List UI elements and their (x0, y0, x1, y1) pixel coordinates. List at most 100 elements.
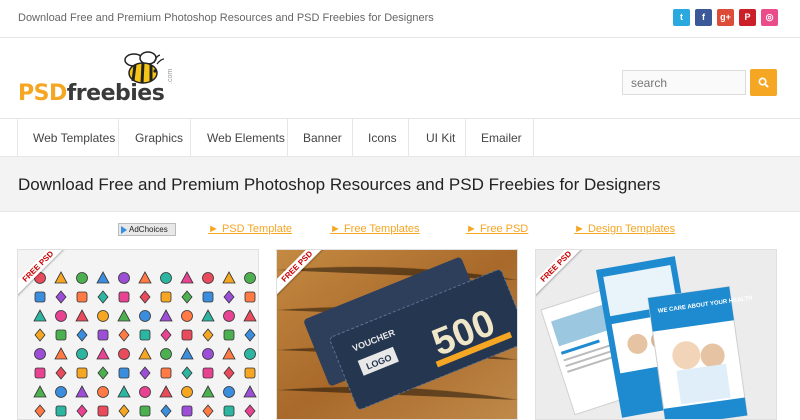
icon-glyph (34, 328, 46, 342)
icon-glyph (117, 385, 131, 398)
icon-glyph (118, 404, 130, 418)
icon-glyph (244, 348, 256, 360)
search-input[interactable] (622, 70, 746, 95)
ad-link-free-templates[interactable]: ► Free Templates (330, 223, 420, 235)
search-icon (758, 77, 769, 88)
icon-glyph (117, 309, 131, 322)
icon-glyph (138, 347, 152, 360)
icon-glyph (75, 385, 89, 398)
thumbnail-voucher[interactable]: VOUCHER LOGO 500 FREE PSD (276, 249, 518, 420)
icon-glyph (202, 348, 214, 360)
site-header: PSDfreebies .com (0, 38, 800, 118)
ad-link-free-psd[interactable]: ► Free PSD (466, 223, 528, 235)
icon-glyph (97, 386, 109, 398)
social-links: t f g+ P ◎ (673, 9, 778, 26)
icon-glyph (223, 329, 235, 341)
icon-glyph (222, 271, 236, 284)
icon-glyph (243, 309, 257, 322)
icon-glyph (181, 329, 193, 341)
icon-glyph (139, 310, 151, 322)
nav-item-ui-kit[interactable]: UI Kit (409, 119, 466, 156)
icon-glyph (97, 310, 109, 322)
icon-glyph (202, 328, 214, 342)
nav-item-icons[interactable]: Icons (353, 119, 409, 156)
icon-glyph (76, 348, 88, 360)
icon-glyph (202, 291, 214, 303)
icon-glyph (181, 405, 193, 417)
icon-glyph (181, 386, 193, 398)
icon-glyph (34, 367, 46, 379)
icon-glyph (223, 310, 235, 322)
icon-glyph (181, 366, 193, 380)
icon-glyph (55, 405, 67, 417)
nav-item-emailer[interactable]: Emailer (466, 119, 534, 156)
icon-glyph (202, 404, 214, 418)
icon-glyph (223, 290, 235, 304)
site-logo[interactable]: PSDfreebies .com (18, 50, 178, 110)
icon-glyph (55, 386, 67, 398)
nav-item-web-templates[interactable]: Web Templates (18, 119, 119, 156)
icon-glyph (159, 385, 173, 398)
nav-item-graphics[interactable]: Graphics (119, 119, 191, 156)
facebook-icon[interactable]: f (695, 9, 712, 26)
main-nav: Web Templates Graphics Web Elements Bann… (0, 118, 800, 157)
icon-glyph (118, 328, 130, 342)
nav-item-web-elements[interactable]: Web Elements (191, 119, 288, 156)
icon-glyph (202, 272, 214, 284)
icon-glyph (96, 347, 110, 360)
icon-glyph (97, 329, 109, 341)
ad-link-psd-template[interactable]: ► PSD Template (208, 223, 292, 235)
icon-glyph (160, 404, 172, 418)
icon-glyph (34, 348, 46, 360)
icon-glyph (118, 272, 130, 284)
adchoices-badge[interactable]: AdChoices (118, 223, 176, 236)
ad-link-design-templates[interactable]: ► Design Templates (574, 223, 675, 235)
icon-glyph (139, 290, 151, 304)
icon-glyph (55, 366, 67, 380)
icon-glyph (76, 367, 88, 379)
icon-glyph (160, 328, 172, 342)
ad-links-row: AdChoices ► PSD Template ► Free Template… (0, 220, 800, 240)
pinterest-icon[interactable]: P (739, 9, 756, 26)
twitter-icon[interactable]: t (673, 9, 690, 26)
icon-glyph (33, 309, 47, 322)
icon-glyph (118, 291, 130, 303)
icon-glyph (160, 348, 172, 360)
icon-glyph (34, 404, 46, 418)
icon-glyph (76, 404, 88, 418)
search-button[interactable] (750, 69, 777, 96)
icon-glyph (244, 404, 256, 418)
page-title: Download Free and Premium Photoshop Reso… (18, 175, 661, 194)
icon-glyph (33, 385, 47, 398)
nav-item-banner[interactable]: Banner (288, 119, 353, 156)
icon-glyph (160, 272, 172, 284)
icon-glyph (118, 348, 130, 360)
google-plus-icon[interactable]: g+ (717, 9, 734, 26)
icon-glyph (96, 271, 110, 284)
icon-glyph (244, 328, 256, 342)
icon-glyph (139, 386, 151, 398)
free-psd-ribbon: FREE PSD (536, 250, 586, 300)
icon-glyph (118, 367, 130, 379)
icon-glyph (181, 290, 193, 304)
icon-glyph (223, 405, 235, 417)
thumbnail-medical-brochure[interactable]: WE CARE ABOUT YOUR HEALTH FREE PSD (535, 249, 777, 420)
icon-glyph (97, 366, 109, 380)
icon-glyph (55, 310, 67, 322)
site-tagline: Download Free and Premium Photoshop Reso… (18, 12, 434, 24)
icon-glyph (180, 347, 194, 360)
icon-glyph (75, 309, 89, 322)
icon-glyph (76, 328, 88, 342)
icon-glyph (181, 310, 193, 322)
icon-glyph (76, 272, 88, 284)
icon-glyph (201, 309, 215, 322)
icon-glyph (244, 367, 256, 379)
adchoices-icon (121, 225, 127, 234)
icon-glyph (160, 291, 172, 303)
logo-dotcom: .com (167, 68, 174, 84)
icon-glyph (76, 291, 88, 303)
icon-glyph (243, 385, 257, 398)
dribbble-icon[interactable]: ◎ (761, 9, 778, 26)
icon-glyph (180, 271, 194, 284)
thumbnail-icons-pack[interactable]: FREE PSD (17, 249, 259, 420)
